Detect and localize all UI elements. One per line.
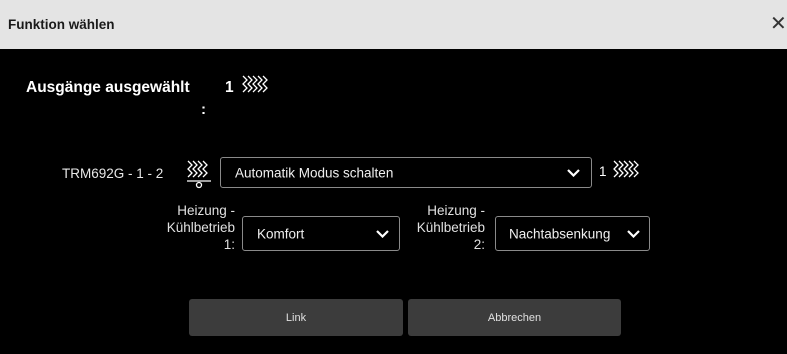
selected-outputs-colon: : [201, 101, 206, 118]
heating-cooling-2-label-line3: 2: [473, 237, 485, 252]
heating-cooling-1-label: Heizung - Kühlbetrieb 1: [140, 202, 235, 253]
dialog-title: Funktion wählen [8, 17, 115, 32]
heating-cooling-1-value: Komfort [257, 226, 305, 241]
heating-cooling-2-label-line2: Kühlbetrieb [416, 220, 485, 235]
link-button[interactable]: Link [189, 299, 403, 336]
close-icon[interactable]: ✕ [770, 14, 787, 34]
cancel-button[interactable]: Abbrechen [408, 299, 621, 336]
heating-cooling-2-select[interactable]: Nachtabsenkung [495, 216, 650, 251]
heating-cooling-2-label: Heizung - Kühlbetrieb 2: [395, 202, 485, 253]
device-label: TRM692G - 1 - 2 [62, 166, 164, 181]
heating-cooling-1-label-line3: 1: [223, 237, 235, 252]
heating-cooling-1-select[interactable]: Komfort [242, 216, 400, 251]
selected-outputs-count: 1 [225, 79, 234, 96]
mode-count: 1 [599, 164, 607, 179]
mode-select-value: Automatik Modus schalten [235, 165, 394, 180]
heating-cooling-2-label-line1: Heizung - [427, 203, 485, 218]
dialog-titlebar: Funktion wählen ✕ [0, 0, 787, 49]
chevron-down-icon [567, 168, 580, 177]
mode-select[interactable]: Automatik Modus schalten [220, 157, 592, 188]
heating-cooling-2-value: Nachtabsenkung [509, 226, 611, 241]
selected-outputs-label: Ausgänge ausgewählt [26, 79, 190, 96]
chevron-down-icon [376, 229, 389, 238]
chevron-down-icon [627, 229, 640, 238]
heating-waves-icon [613, 160, 639, 178]
heating-cooling-1-label-line1: Heizung - [177, 203, 235, 218]
heating-waves-icon [242, 75, 268, 93]
heating-cooling-1-label-line2: Kühlbetrieb [166, 220, 235, 235]
floor-heating-valve-icon [187, 160, 211, 189]
